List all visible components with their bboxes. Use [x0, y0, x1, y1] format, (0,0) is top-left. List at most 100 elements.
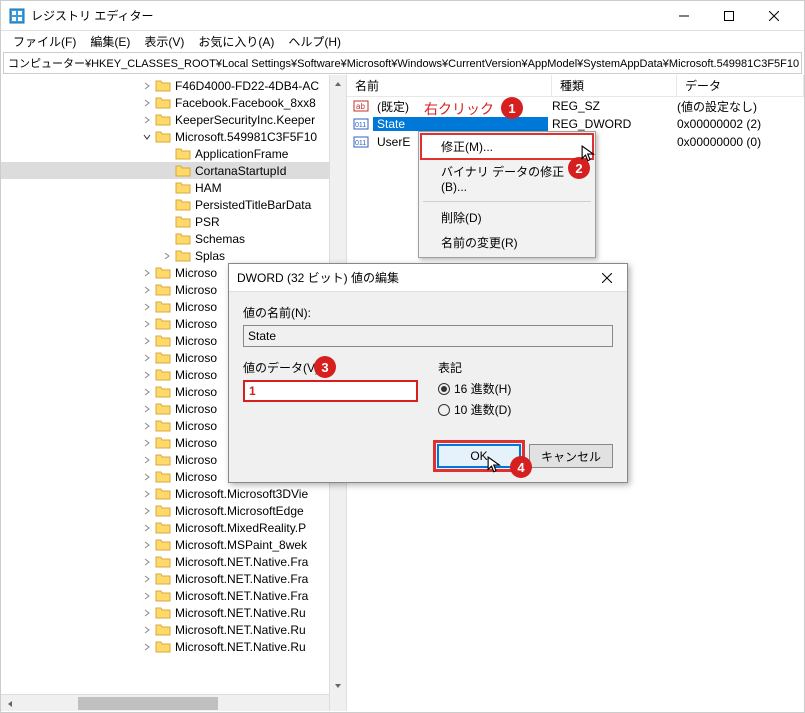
folder-icon	[155, 351, 171, 365]
chevron-right-icon[interactable]	[141, 539, 153, 551]
folder-icon	[155, 130, 171, 144]
minimize-button[interactable]	[661, 1, 706, 31]
chevron-right-icon[interactable]	[141, 318, 153, 330]
address-bar[interactable]: コンピューター¥HKEY_CLASSES_ROOT¥Local Settings…	[3, 52, 802, 74]
folder-icon	[155, 521, 171, 535]
chevron-right-icon[interactable]	[141, 573, 153, 585]
chevron-right-icon[interactable]	[141, 335, 153, 347]
ctx-delete[interactable]: 削除(D)	[421, 205, 593, 230]
list-row[interactable]: ab(既定)REG_SZ(値の設定なし)	[347, 97, 804, 115]
folder-icon	[155, 487, 171, 501]
chevron-right-icon[interactable]	[141, 301, 153, 313]
cell-data: 0x00000000 (0)	[673, 135, 765, 149]
chevron-right-icon[interactable]	[141, 505, 153, 517]
name-label: 値の名前(N):	[243, 304, 613, 321]
chevron-right-icon[interactable]	[141, 454, 153, 466]
tree-item[interactable]: CortanaStartupId	[1, 162, 346, 179]
tree-item[interactable]: Microsoft.MixedReality.P	[1, 519, 346, 536]
col-type[interactable]: 種類	[552, 75, 677, 96]
tree-label: Microso	[175, 300, 217, 314]
tree-item[interactable]: Microsoft.549981C3F5F10	[1, 128, 346, 145]
tree-item[interactable]: Microsoft.MSPaint_8wek	[1, 536, 346, 553]
context-menu: 修正(M)... バイナリ データの修正(B)... 削除(D) 名前の変更(R…	[418, 131, 596, 258]
tree-item[interactable]: Microsoft.NET.Native.Ru	[1, 604, 346, 621]
chevron-right-icon[interactable]	[141, 403, 153, 415]
tree-label: Microso	[175, 436, 217, 450]
menu-favorites[interactable]: お気に入り(A)	[192, 31, 280, 52]
tree-item[interactable]: Microsoft.NET.Native.Fra	[1, 570, 346, 587]
tree-item[interactable]: Microsoft.MicrosoftEdge	[1, 502, 346, 519]
expander-empty	[161, 216, 173, 228]
data-field[interactable]	[243, 380, 418, 402]
chevron-right-icon[interactable]	[141, 607, 153, 619]
chevron-right-icon[interactable]	[141, 437, 153, 449]
chevron-right-icon[interactable]	[141, 590, 153, 602]
window-title: レジストリ エディター	[31, 7, 661, 24]
folder-icon	[155, 504, 171, 518]
tree-label: Microso	[175, 317, 217, 331]
ctx-rename[interactable]: 名前の変更(R)	[421, 230, 593, 255]
cell-data: (値の設定なし)	[673, 98, 761, 115]
tree-label: Microso	[175, 453, 217, 467]
menu-view[interactable]: 表示(V)	[138, 31, 190, 52]
col-name[interactable]: 名前	[347, 75, 552, 96]
menu-edit[interactable]: 編集(E)	[84, 31, 136, 52]
tree-item[interactable]: PersistedTitleBarData	[1, 196, 346, 213]
chevron-right-icon[interactable]	[141, 284, 153, 296]
tree-item[interactable]: F46D4000-FD22-4DB4-AC	[1, 77, 346, 94]
tree-item[interactable]: Microsoft.NET.Native.Ru	[1, 638, 346, 655]
chevron-right-icon[interactable]	[141, 624, 153, 636]
ctx-modify[interactable]: 修正(M)...	[421, 134, 593, 159]
dword-edit-dialog: DWORD (32 ビット) 値の編集 値の名前(N): 値のデータ(V): 表…	[228, 263, 628, 483]
chevron-right-icon[interactable]	[141, 386, 153, 398]
tree-label: PSR	[195, 215, 220, 229]
chevron-right-icon[interactable]	[141, 267, 153, 279]
chevron-right-icon[interactable]	[141, 369, 153, 381]
tree-item[interactable]: Splas	[1, 247, 346, 264]
chevron-right-icon[interactable]	[161, 250, 173, 262]
tree-label: Microsoft.NET.Native.Ru	[175, 606, 306, 620]
radix-dec[interactable]: 10 進数(D)	[438, 401, 613, 418]
folder-icon	[155, 538, 171, 552]
menu-file[interactable]: ファイル(F)	[7, 31, 82, 52]
chevron-right-icon[interactable]	[141, 114, 153, 126]
tree-item[interactable]: Facebook.Facebook_8xx8	[1, 94, 346, 111]
tree-item[interactable]: Microsoft.NET.Native.Fra	[1, 553, 346, 570]
tree-item[interactable]: Microsoft.NET.Native.Fra	[1, 587, 346, 604]
chevron-right-icon[interactable]	[141, 522, 153, 534]
close-button[interactable]	[751, 1, 796, 31]
chevron-right-icon[interactable]	[141, 471, 153, 483]
radix-hex[interactable]: 16 進数(H)	[438, 380, 613, 397]
tree-item[interactable]: PSR	[1, 213, 346, 230]
tree-label: Microso	[175, 368, 217, 382]
chevron-right-icon[interactable]	[141, 556, 153, 568]
folder-icon	[155, 572, 171, 586]
app-icon	[9, 8, 25, 24]
chevron-right-icon[interactable]	[141, 80, 153, 92]
cancel-button[interactable]: キャンセル	[529, 444, 613, 468]
tree-item[interactable]: KeeperSecurityInc.Keeper	[1, 111, 346, 128]
chevron-right-icon[interactable]	[141, 352, 153, 364]
tree-label: Microso	[175, 334, 217, 348]
chevron-right-icon[interactable]	[141, 641, 153, 653]
col-data[interactable]: データ	[677, 75, 804, 96]
name-field[interactable]	[243, 325, 613, 347]
ok-button[interactable]: OK	[437, 444, 521, 468]
tree-label: Microso	[175, 351, 217, 365]
maximize-button[interactable]	[706, 1, 751, 31]
chevron-right-icon[interactable]	[141, 420, 153, 432]
folder-icon	[155, 113, 171, 127]
tree-item[interactable]: ApplicationFrame	[1, 145, 346, 162]
data-label: 値のデータ(V):	[243, 359, 322, 376]
tree-item[interactable]: Microsoft.Microsoft3DVie	[1, 485, 346, 502]
menu-help[interactable]: ヘルプ(H)	[282, 31, 347, 52]
tree-item[interactable]: Schemas	[1, 230, 346, 247]
tree-item[interactable]: Microsoft.NET.Native.Ru	[1, 621, 346, 638]
ctx-modify-binary[interactable]: バイナリ データの修正(B)...	[421, 159, 593, 198]
dialog-close-button[interactable]	[595, 266, 619, 290]
chevron-right-icon[interactable]	[141, 97, 153, 109]
tree-scrollbar-h[interactable]	[1, 694, 329, 711]
chevron-down-icon[interactable]	[141, 131, 153, 143]
tree-item[interactable]: HAM	[1, 179, 346, 196]
chevron-right-icon[interactable]	[141, 488, 153, 500]
